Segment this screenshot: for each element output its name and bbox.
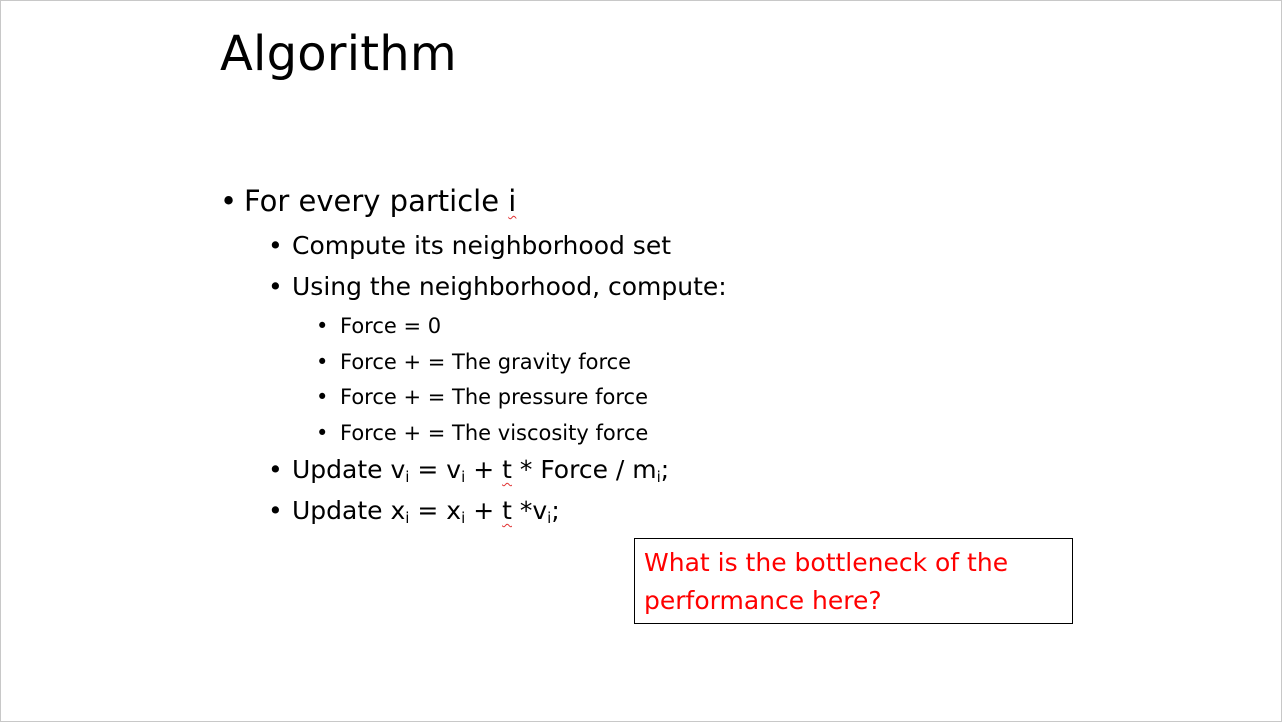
bullet-dot: • xyxy=(268,455,283,484)
bullet-dot: • xyxy=(316,421,329,445)
bullet-dot: • xyxy=(220,184,238,218)
bullet-dot: • xyxy=(316,350,329,374)
variable-t: t xyxy=(502,496,512,525)
formula-update-velocity: Update vi = vi + t * Force / mi; xyxy=(292,455,670,486)
variable-i: i xyxy=(508,184,517,218)
variable-t: t xyxy=(502,455,512,484)
callout-question: What is the bottleneck of the performanc… xyxy=(644,548,1009,615)
slide-title: Algorithm xyxy=(220,26,457,82)
bullet-text: Force + = The pressure force xyxy=(340,385,649,409)
bullet-dot: • xyxy=(268,231,283,260)
bullet-text: Force = 0 xyxy=(340,314,442,338)
bullet-dot: • xyxy=(268,496,283,525)
bullet-text: Force + = The viscosity force xyxy=(340,421,649,445)
bullet-dot: • xyxy=(316,314,329,338)
bullet-dot: • xyxy=(316,385,329,409)
formula-update-position: Update xi = xi + t *vi; xyxy=(292,496,560,527)
bullet-text: For every particle xyxy=(244,184,509,218)
slide-canvas: Algorithm • For every particle i • Compu… xyxy=(0,0,1282,722)
bullet-text: Using the neighborhood, compute: xyxy=(292,272,727,301)
bullet-text: Compute its neighborhood set xyxy=(292,231,672,260)
bullet-text: Force + = The gravity force xyxy=(340,350,632,374)
bullet-dot: • xyxy=(268,272,283,301)
callout-textbox: What is the bottleneck of the performanc… xyxy=(634,538,1073,624)
